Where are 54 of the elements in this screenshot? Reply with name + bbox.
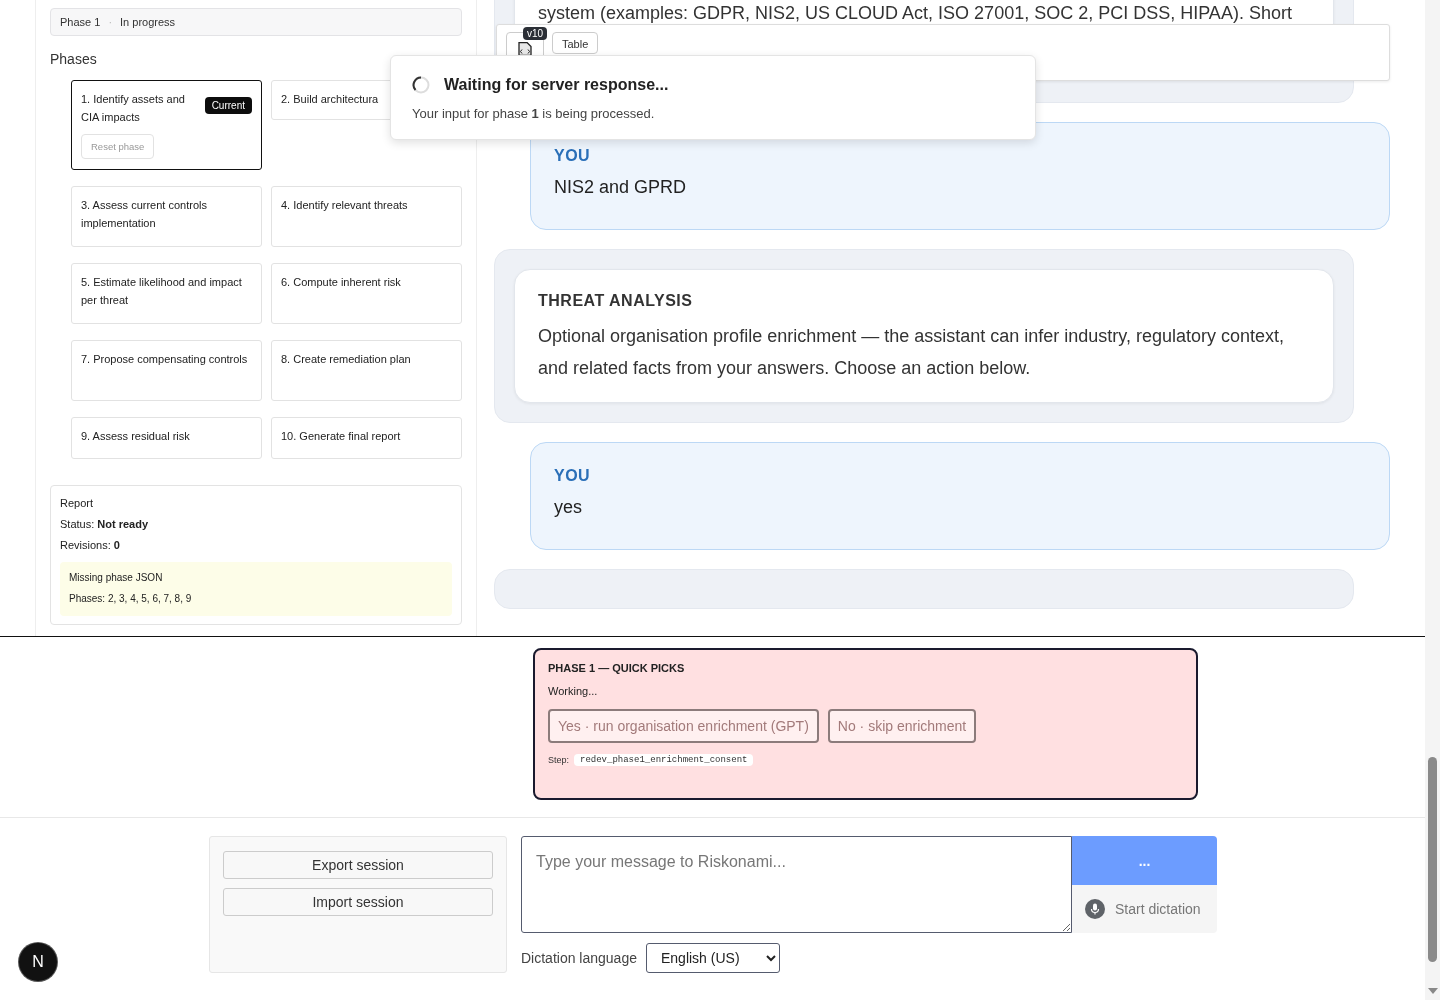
report-revisions: Revisions: 0 — [60, 538, 121, 552]
message-text: yes — [554, 497, 583, 518]
phase-card[interactable]: 4. Identify relevant threats — [271, 186, 462, 247]
dictation-language-label: Dictation language — [521, 950, 637, 966]
spinner-icon — [412, 76, 430, 94]
phase-card[interactable]: 9. Assess residual risk — [71, 417, 262, 459]
report-title: Report — [60, 496, 95, 510]
phase-card[interactable]: 3. Assess current controls implementation — [71, 186, 262, 247]
phase-title: 7. Propose compensating controls — [81, 352, 249, 367]
phase-title: 8. Create remediation plan — [281, 352, 412, 367]
scrollbar[interactable] — [1425, 0, 1440, 1000]
phase-card[interactable]: 6. Compute inherent risk — [271, 263, 462, 324]
separator-dot: · — [108, 16, 113, 28]
phase-card[interactable]: 8. Create remediation plan — [271, 340, 462, 401]
phase-card[interactable]: 7. Propose compensating controls — [71, 340, 262, 401]
phase-card[interactable]: 10. Generate final report — [271, 417, 462, 459]
phase-title: 1. Identify assets and CIA impacts — [81, 92, 186, 125]
phases-heading: Phases — [50, 51, 98, 67]
scrollbar-thumb[interactable] — [1428, 757, 1437, 962]
start-dictation-button[interactable]: Start dictation — [1072, 885, 1217, 933]
quick-picks-title: PHASE 1 — QUICK PICKS — [548, 662, 686, 674]
message-author: YOU — [554, 147, 592, 165]
session-button[interactable]: Import session — [223, 888, 493, 916]
phase-state: In progress — [120, 16, 176, 28]
step-id: redev_phase1_enrichment_consent — [574, 754, 754, 766]
quick-picks-status: Working... — [548, 685, 599, 697]
language-select[interactable]: English (US) — [646, 943, 780, 973]
message-input[interactable]: Type your message to Riskonami... — [521, 836, 1072, 933]
phase-title: 3. Assess current controls implementation — [81, 198, 208, 231]
scroll-down-arrow-icon[interactable] — [1428, 988, 1438, 994]
message-author: YOU — [554, 467, 592, 485]
message-title: THREAT ANALYSIS — [538, 292, 694, 310]
phase-title: 4. Identify relevant threats — [281, 198, 409, 213]
phase-title: 6. Compute inherent risk — [281, 275, 402, 290]
current-badge: Current — [204, 97, 252, 114]
user-avatar[interactable]: N — [19, 943, 57, 981]
table-button[interactable]: Table — [552, 32, 599, 54]
phase-title: 2. Build architectura — [281, 92, 380, 107]
notice-title: Missing phase JSON — [69, 571, 164, 585]
missing-phases-list: Phases: 2, 3, 4, 5, 6, 7, 8, 9 — [69, 592, 443, 606]
microphone-icon — [1085, 899, 1105, 919]
phase-card[interactable]: 5. Estimate likelihood and impact per threat — [71, 263, 262, 324]
session-button[interactable]: Export session — [223, 851, 493, 879]
step-label: Step: — [548, 755, 569, 765]
phase-label: Phase 1 — [60, 16, 101, 28]
phase-title: 9. Assess residual risk — [81, 429, 191, 444]
phase-title: 5. Estimate likelihood and impact per threat — [81, 275, 243, 308]
phase-title: 10. Generate final report — [281, 429, 402, 444]
phase-card[interactable]: 1. Identify assets and CIA impacts Current Reset phase — [71, 80, 262, 170]
message-text: NIS2 and GPRD — [554, 177, 688, 198]
report-status: Status: Not ready — [60, 517, 150, 531]
message-text: system (examples: GDPR, NIS2, US CLOUD Act, ISO 27001, SOC 2, PCI DSS, HIPAA). Short — [538, 3, 1293, 23]
message-text: Optional organisation profile enrichment — the assistant can infer industry, regulatory context, and related facts from your answers. Choose an action below. — [538, 325, 1286, 380]
version-badge: v10 — [522, 27, 547, 40]
